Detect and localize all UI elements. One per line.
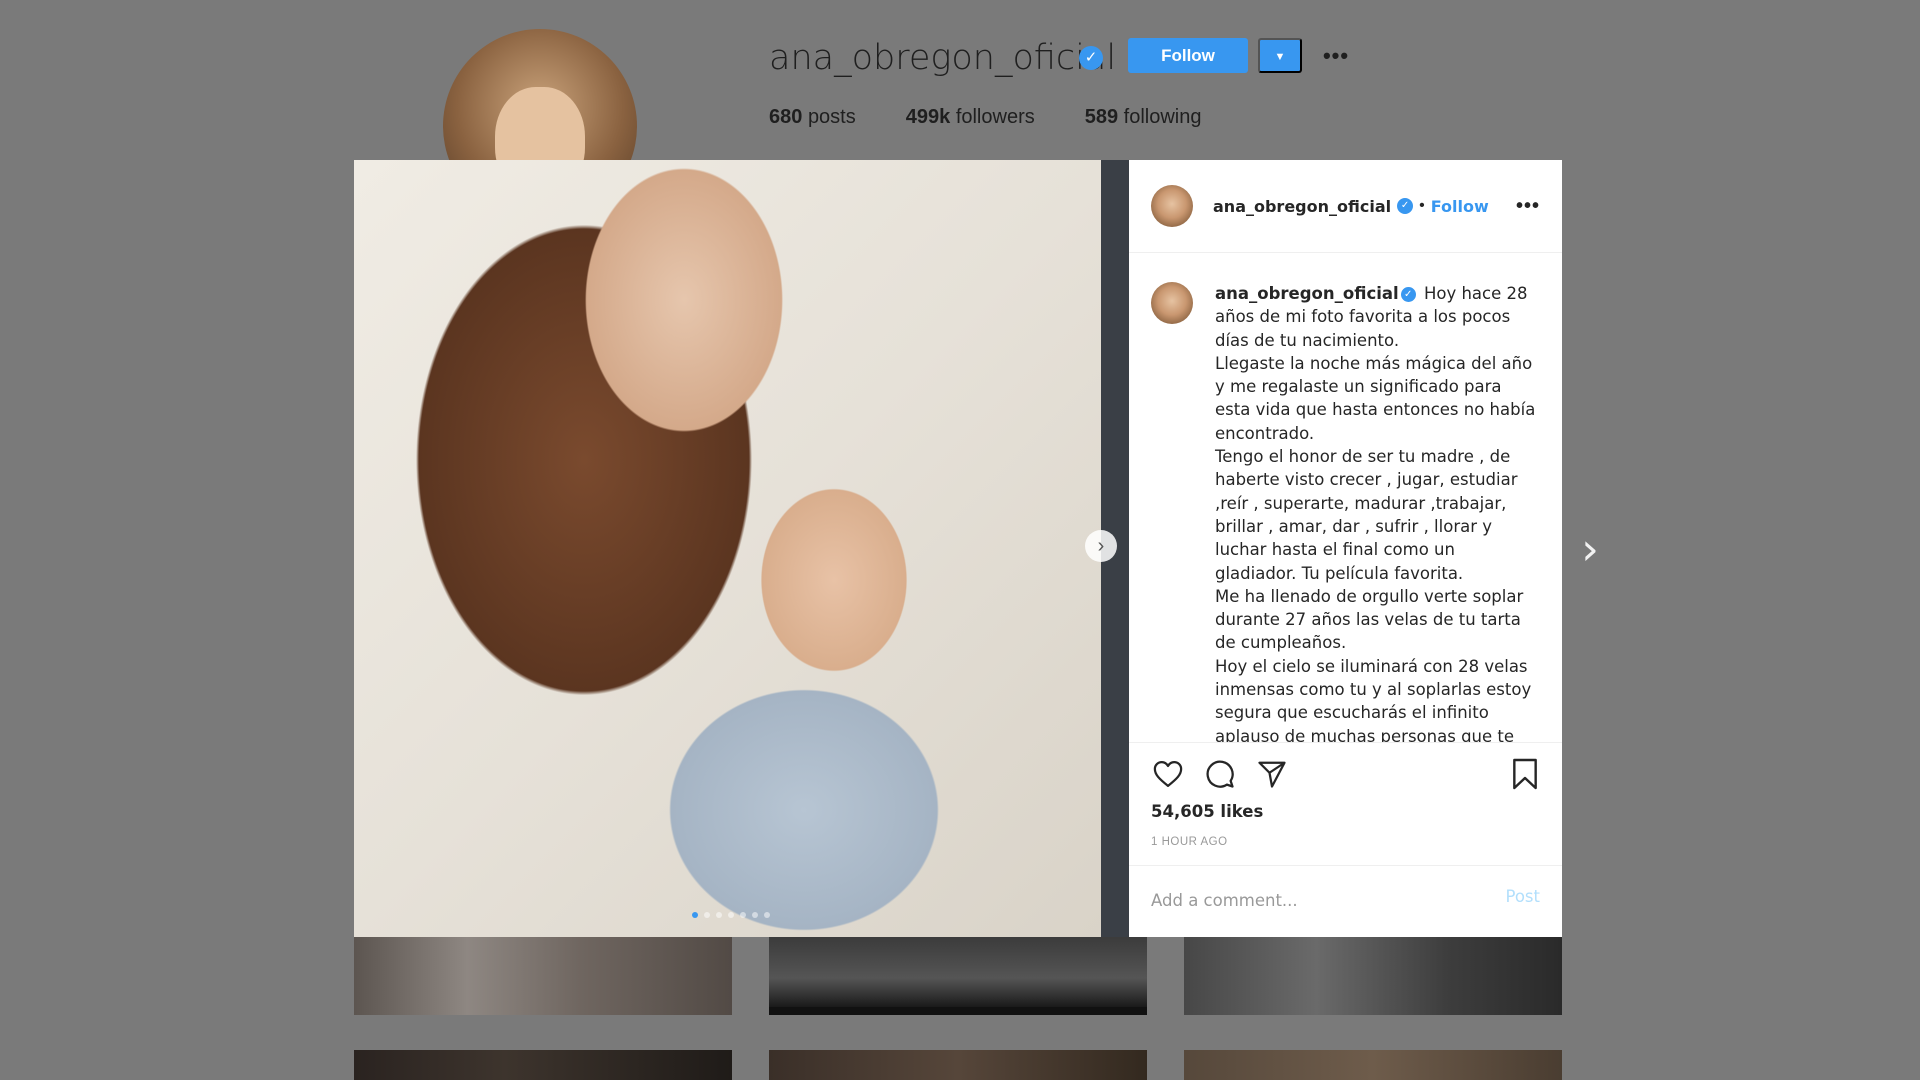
profile-more-options-icon[interactable]: ••• [1318, 38, 1354, 73]
following-count: 589 [1084, 106, 1119, 128]
likes-count[interactable]: 54,605 likes [1151, 802, 1263, 821]
caption-author-avatar[interactable] [1151, 282, 1193, 324]
carousel-dot [704, 912, 710, 918]
post-media[interactable]: › [354, 160, 1129, 937]
grid-thumbnail[interactable] [1184, 935, 1562, 1015]
posts-label: posts [807, 106, 856, 128]
following-label: following [1123, 106, 1202, 128]
post-caption: ana_obregon_oficial ✓ Hoy hace 28 años de… [1151, 282, 1546, 742]
profile-stats: 680 posts 499k followers 589 following [769, 106, 1202, 129]
profile-follow-button[interactable]: Follow [1128, 38, 1248, 73]
grid-thumbnail[interactable] [769, 935, 1147, 1015]
carousel-dot [728, 912, 734, 918]
author-username[interactable]: ana_obregon_oficial [1213, 197, 1391, 216]
profile-username: ana_obregon_oficial [769, 38, 1117, 78]
verified-badge-icon: ✓ [1397, 198, 1414, 214]
caption-username[interactable]: ana_obregon_oficial [1215, 284, 1399, 303]
caption-text: ana_obregon_oficial ✓ Hoy hace 28 años de… [1215, 282, 1535, 742]
grid-thumbnail[interactable] [354, 935, 732, 1015]
post-photo [354, 160, 1101, 937]
grid-thumbnail[interactable] [354, 1050, 732, 1080]
carousel-dot [740, 912, 746, 918]
caption-body: Hoy hace 28 años de mi foto favorita a l… [1215, 284, 1536, 742]
followers-label: followers [955, 106, 1035, 128]
verified-badge-icon: ✓ [1400, 287, 1416, 302]
post-timestamp: 1 HOUR AGO [1151, 836, 1228, 848]
posts-count: 680 [769, 106, 803, 128]
post-modal: › ana_obregon_oficial ✓ • Follow ••• ana… [354, 160, 1562, 937]
post-details-panel: ana_obregon_oficial ✓ • Follow ••• ana_o… [1129, 160, 1562, 937]
share-icon[interactable] [1255, 757, 1289, 791]
carousel-indicator [692, 912, 770, 918]
post-follow-button[interactable]: Follow [1431, 197, 1489, 216]
post-more-options-icon[interactable]: ••• [1516, 195, 1540, 218]
bookmark-icon[interactable] [1508, 757, 1542, 791]
header-separator: • [1419, 197, 1425, 214]
suggestions-dropdown-button[interactable]: ▼ [1258, 38, 1302, 73]
carousel-dot [764, 912, 770, 918]
comment-input[interactable] [1151, 882, 1481, 918]
post-header: ana_obregon_oficial ✓ • Follow ••• [1129, 160, 1562, 253]
next-post-icon[interactable]: › [1575, 525, 1605, 575]
followers-count: 499k [905, 106, 951, 128]
heart-icon[interactable] [1151, 757, 1185, 791]
carousel-dot [692, 912, 698, 918]
posts-stat: 680 posts [769, 106, 856, 129]
post-actions [1151, 756, 1542, 792]
verified-badge-icon: ✓ [1079, 46, 1103, 70]
post-comment-button[interactable]: Post [1505, 887, 1540, 906]
grid-thumbnail[interactable] [1184, 1050, 1562, 1080]
divider [1129, 742, 1562, 743]
author-avatar[interactable] [1151, 185, 1193, 227]
followers-stat[interactable]: 499k followers [906, 106, 1035, 129]
carousel-dot [752, 912, 758, 918]
comment-icon[interactable] [1203, 757, 1237, 791]
following-stat[interactable]: 589 following [1085, 106, 1202, 129]
divider [1129, 865, 1562, 866]
carousel-dot [716, 912, 722, 918]
carousel-next-icon[interactable]: › [1085, 530, 1117, 562]
grid-thumbnail[interactable] [769, 1050, 1147, 1080]
